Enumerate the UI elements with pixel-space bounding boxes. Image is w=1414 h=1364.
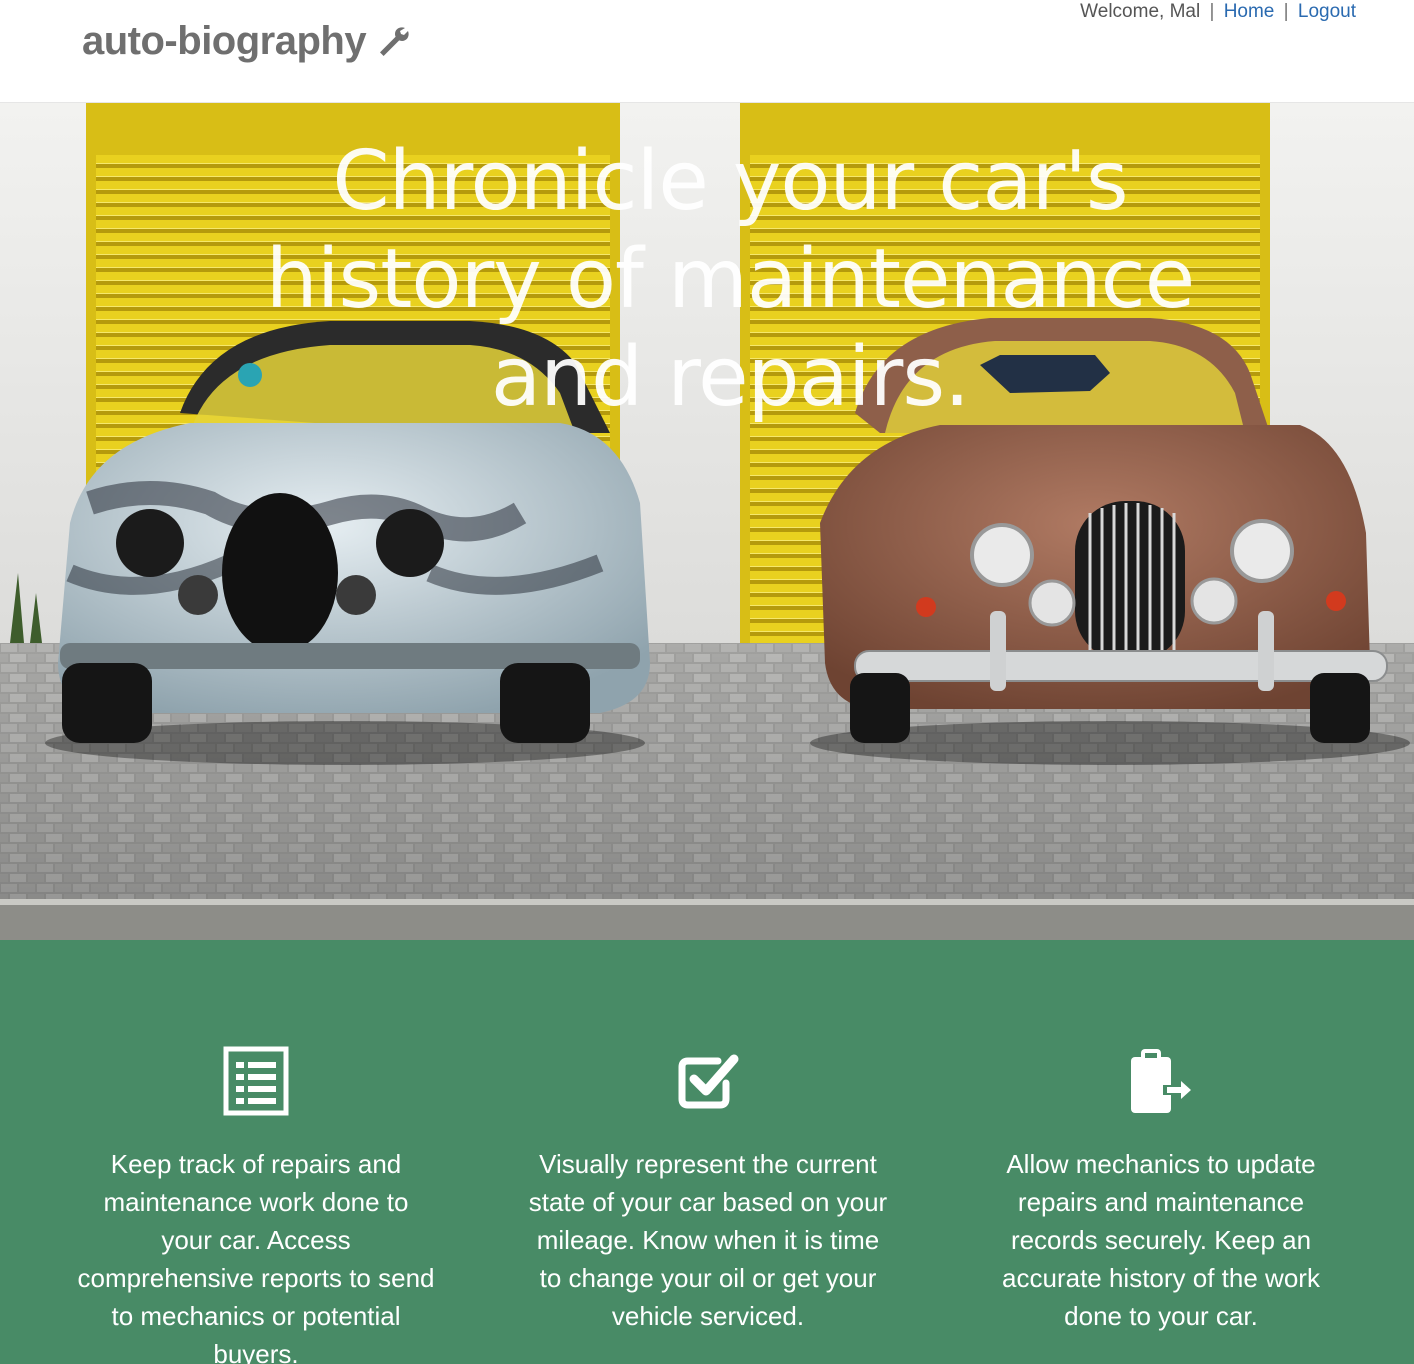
nav-separator: |	[1209, 1, 1215, 22]
list-icon	[223, 1046, 289, 1116]
feature-track-repairs: Keep track of repairs and maintenance wo…	[76, 1045, 436, 1364]
checkbox-icon	[678, 1054, 739, 1109]
user-nav: Welcome, Mal | Home | Logout	[1080, 0, 1356, 24]
clipboard-arrow-icon	[1131, 1049, 1191, 1113]
feature-mechanic-updates: Allow mechanics to update repairs and ma…	[981, 1045, 1341, 1335]
nav-separator: |	[1283, 1, 1289, 22]
brand-name: auto-biography	[82, 19, 367, 63]
home-link[interactable]: Home	[1224, 1, 1275, 22]
feature-visual-state: Visually represent the current state of …	[528, 1045, 888, 1335]
welcome-text: Welcome, Mal	[1080, 1, 1201, 22]
feature-description: Allow mechanics to update repairs and ma…	[1002, 1149, 1320, 1331]
brand-logo[interactable]: auto-biography	[82, 18, 410, 64]
features-section: Keep track of repairs and maintenance wo…	[0, 940, 1414, 1364]
logout-link[interactable]: Logout	[1298, 1, 1356, 22]
feature-description: Visually represent the current state of …	[528, 1149, 888, 1331]
feature-description: Keep track of repairs and maintenance wo…	[77, 1149, 435, 1364]
hero-banner: Chronicle your car's history of maintena…	[0, 103, 1414, 940]
wrench-icon	[380, 27, 409, 56]
site-header: auto-biography Welcome, Mal | Home | Log…	[0, 0, 1414, 103]
hero-headline: Chronicle your car's history of maintena…	[265, 134, 1195, 425]
